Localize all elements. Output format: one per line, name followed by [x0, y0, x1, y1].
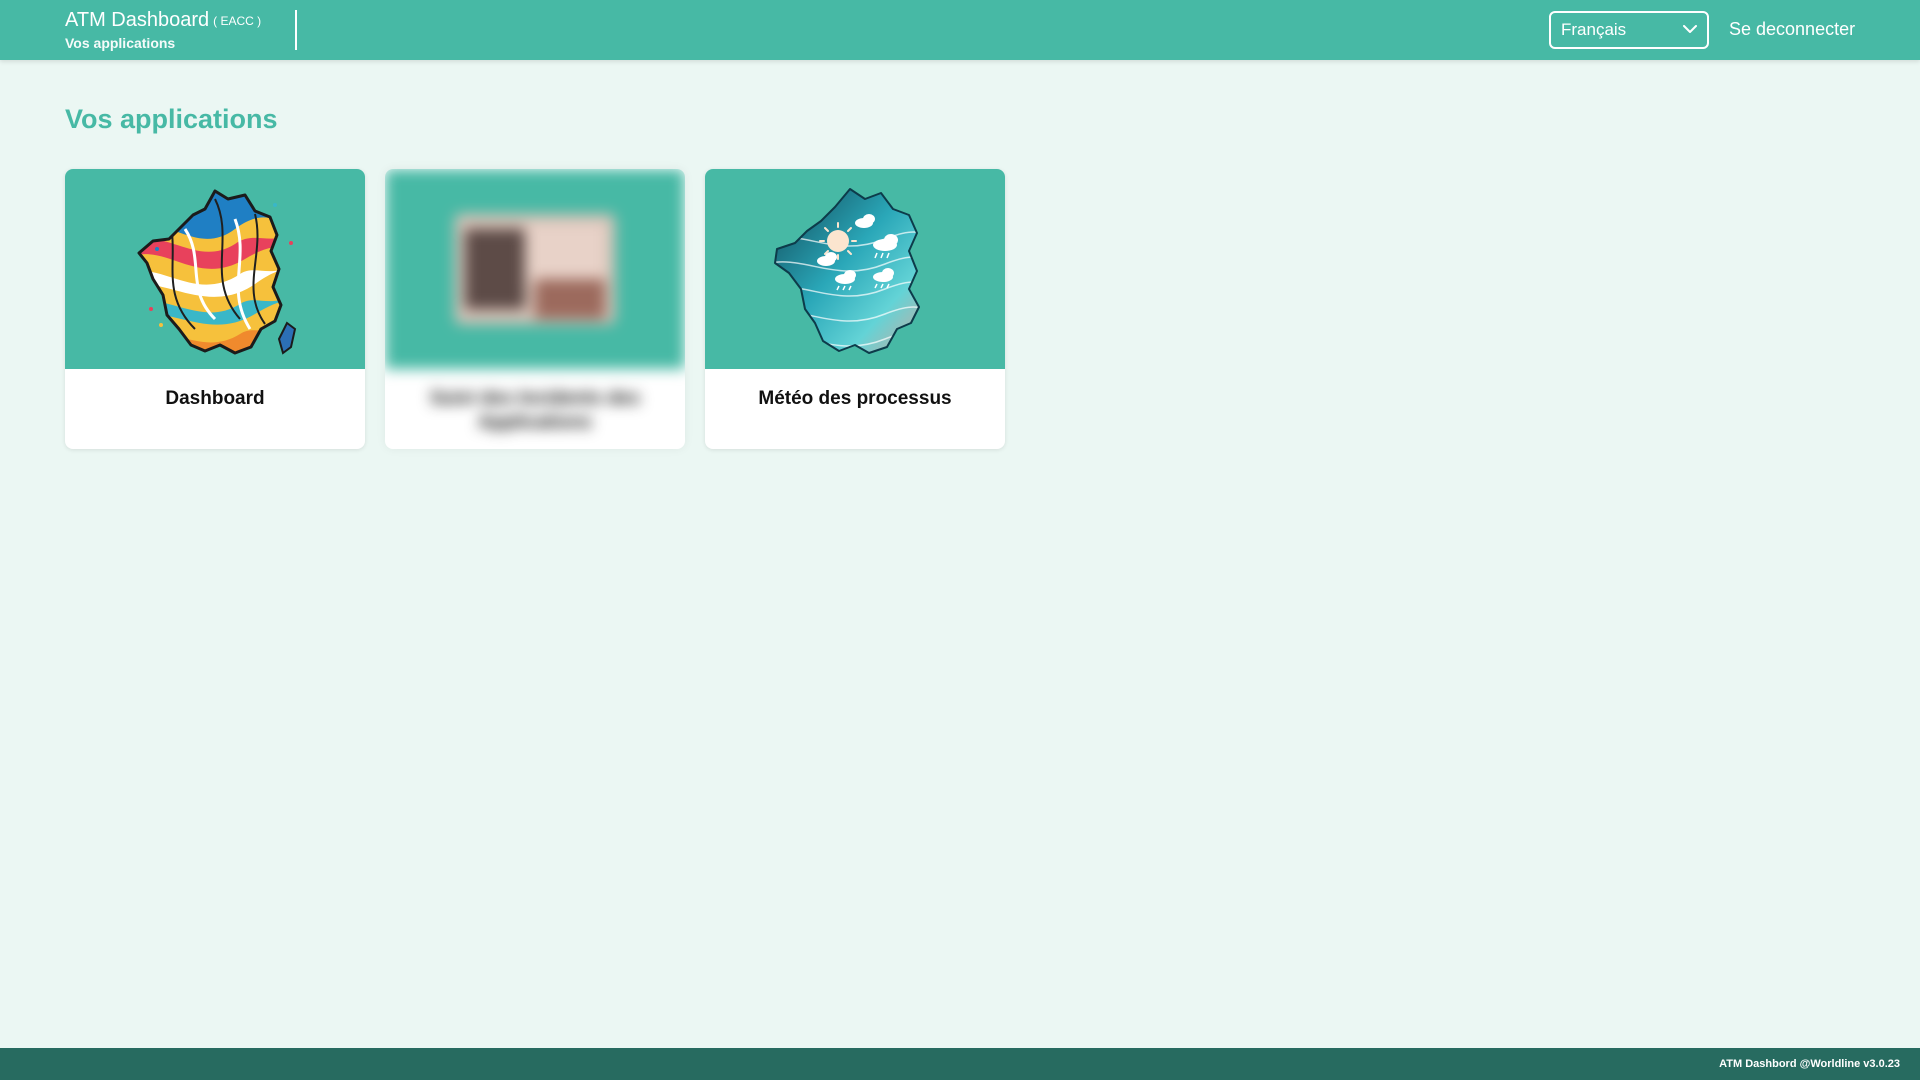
- card-image: [705, 169, 1005, 369]
- brand: ATM Dashboard( EACC ) Vos applications: [65, 8, 261, 52]
- card-image: [385, 169, 685, 369]
- header-divider: [295, 10, 297, 50]
- card-image: [65, 169, 365, 369]
- page-title: Vos applications: [65, 104, 278, 134]
- card-label: Dashboard: [165, 388, 265, 409]
- app-title-text: ATM Dashboard: [65, 9, 210, 31]
- france-map-colorful-icon: [137, 189, 297, 355]
- france-weather-map-icon: [774, 188, 920, 354]
- footer: ATM Dashbord @Worldline v3.0.23: [0, 1048, 1920, 1080]
- blurred-image: [455, 214, 615, 324]
- app-card-meteo-des-processus[interactable]: Météo des processus: [705, 169, 1005, 449]
- app-subtitle: Vos applications: [65, 35, 176, 51]
- app-title: ATM Dashboard( EACC ): [65, 8, 261, 33]
- logout-link[interactable]: Se deconnecter: [1729, 18, 1855, 40]
- top-bar: ATM Dashboard( EACC ) Vos applications F…: [0, 0, 1920, 60]
- language-selected-value: Français: [1561, 20, 1627, 39]
- language-select[interactable]: Français: [1549, 11, 1709, 49]
- app-card-blurred[interactable]: Suivi des Incidents des Applications: [385, 169, 685, 449]
- card-label: Suivi des Incidents des Applications: [429, 388, 641, 433]
- footer-version-text: ATM Dashbord @Worldline v3.0.23: [1719, 1058, 1900, 1070]
- app-card-dashboard[interactable]: Dashboard: [65, 169, 365, 449]
- chevron-down-icon: [1683, 25, 1697, 33]
- card-label: Météo des processus: [758, 388, 952, 409]
- environment-tag: ( EACC ): [213, 14, 262, 28]
